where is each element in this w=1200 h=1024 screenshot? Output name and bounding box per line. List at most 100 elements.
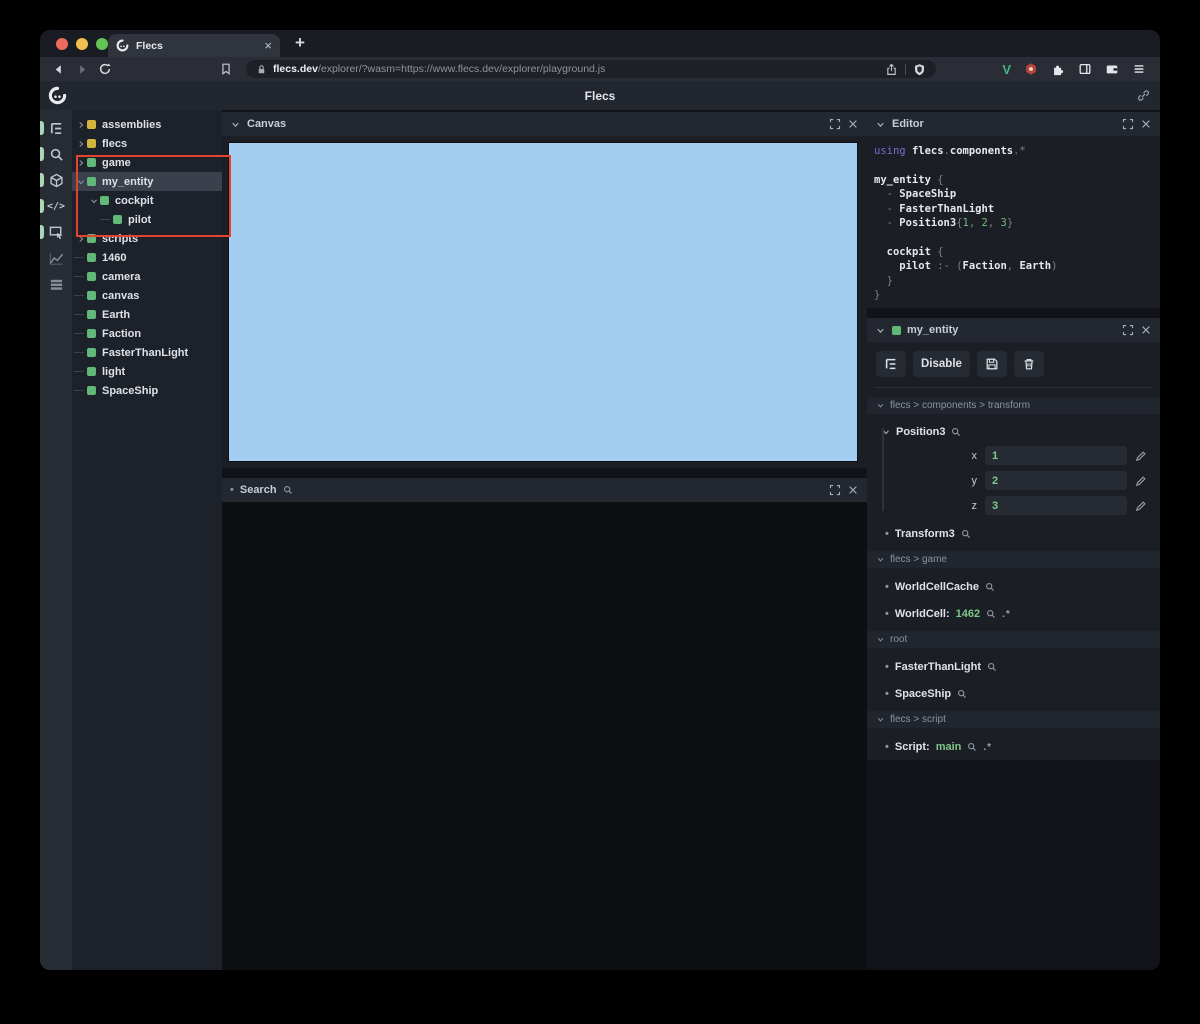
- canvas-panel: Canvas: [222, 112, 867, 468]
- traffic-lights: [56, 38, 108, 50]
- bullet-icon: •: [885, 661, 889, 673]
- sidebar-item-cube[interactable]: [40, 167, 72, 193]
- zoom-window-button[interactable]: [96, 38, 108, 50]
- vue-devtools-icon[interactable]: V: [1002, 62, 1011, 77]
- edit-pencil-icon[interactable]: [1135, 500, 1147, 512]
- disable-button[interactable]: Disable: [913, 351, 970, 377]
- close-icon[interactable]: [1140, 118, 1152, 130]
- adblock-hexagon-icon[interactable]: [1024, 62, 1038, 76]
- chevron-down-icon[interactable]: [875, 325, 886, 336]
- sidebar-item-tree[interactable]: [40, 115, 72, 141]
- code-token: components: [949, 145, 1014, 157]
- sidebar-item-chart[interactable]: [40, 245, 72, 271]
- inspector-item-WorldCellCache[interactable]: • WorldCellCache: [867, 579, 1160, 595]
- screenshot-root: Flecs × + flecs.dev/explorer/?wasm=https…: [0, 0, 1200, 1024]
- code-editor[interactable]: using flecs.components.* my_entity { - S…: [867, 136, 1160, 302]
- inspector-item-Transform3[interactable]: • Transform3: [867, 526, 1160, 542]
- code-token: cockpit: [886, 245, 931, 258]
- tree-item-Faction[interactable]: Faction: [72, 324, 222, 343]
- code-line: - FasterThanLight: [874, 202, 1160, 216]
- tree-item-1460[interactable]: 1460: [72, 248, 222, 267]
- close-icon[interactable]: [1140, 324, 1152, 336]
- field-input-z[interactable]: 3: [985, 496, 1127, 515]
- component-Position3[interactable]: Position3: [867, 424, 1160, 440]
- tree-item-canvas[interactable]: canvas: [72, 286, 222, 305]
- sidebar-item-search[interactable]: [40, 141, 72, 167]
- edit-pencil-icon[interactable]: [1135, 450, 1147, 462]
- tree-item-camera[interactable]: camera: [72, 267, 222, 286]
- code-token: {: [930, 245, 944, 258]
- minimize-window-button[interactable]: [76, 38, 88, 50]
- inspector-item-FasterThanLight[interactable]: • FasterThanLight: [867, 659, 1160, 675]
- tree-item-flecs[interactable]: flecs: [72, 134, 222, 153]
- close-window-button[interactable]: [56, 38, 68, 50]
- render-canvas[interactable]: [228, 142, 858, 462]
- sidebar-toggle-icon[interactable]: [1078, 62, 1092, 76]
- tree-guide-dash: [74, 352, 84, 353]
- code-icon: </>: [46, 200, 66, 212]
- tree-guide-dash: [74, 390, 84, 391]
- forward-icon[interactable]: [72, 59, 92, 79]
- active-pill: [40, 199, 44, 213]
- code-token: FasterThanLight: [899, 202, 995, 215]
- new-tab-button[interactable]: +: [295, 33, 305, 53]
- reload-icon[interactable]: [95, 59, 115, 79]
- wallet-icon[interactable]: [1105, 62, 1119, 76]
- save-button[interactable]: [976, 351, 1007, 377]
- chevron-down-icon[interactable]: [230, 119, 241, 130]
- tree-item-Earth[interactable]: Earth: [72, 305, 222, 324]
- back-icon[interactable]: [48, 59, 68, 79]
- browser-tab[interactable]: Flecs ×: [108, 34, 280, 57]
- canvas-panel-title: Canvas: [247, 118, 287, 130]
- extensions-puzzle-icon[interactable]: [1051, 62, 1065, 76]
- close-icon[interactable]: [847, 484, 859, 496]
- flecs-logo-icon[interactable]: [48, 86, 67, 105]
- section-header-flecs-game[interactable]: flecs > game: [867, 551, 1160, 568]
- section-header-root[interactable]: root: [867, 631, 1160, 648]
- inspector-item-Script[interactable]: • Script: main .*: [867, 739, 1160, 755]
- entity-square-icon: [87, 329, 96, 338]
- tree-item-assemblies[interactable]: assemblies: [72, 115, 222, 134]
- sidebar-item-code[interactable]: </>: [40, 193, 72, 219]
- section-header-flecs-script[interactable]: flecs > script: [867, 711, 1160, 728]
- tab-close-icon[interactable]: ×: [264, 39, 272, 52]
- save-icon: [985, 357, 999, 371]
- bullet-icon: •: [885, 741, 889, 753]
- fullscreen-icon[interactable]: [1122, 324, 1134, 336]
- link-icon[interactable]: [1137, 89, 1150, 102]
- tree-item-label: assemblies: [102, 118, 162, 131]
- divider: [905, 63, 906, 75]
- sidebar-item-rows[interactable]: [40, 271, 72, 297]
- url-bar[interactable]: flecs.dev/explorer/?wasm=https://www.fle…: [246, 60, 936, 78]
- item-label: SpaceShip: [894, 688, 952, 700]
- edit-pencil-icon[interactable]: [1135, 475, 1147, 487]
- fullscreen-icon[interactable]: [829, 118, 841, 130]
- chevron-right-icon[interactable]: [74, 139, 87, 149]
- section-header-label: flecs > script: [890, 714, 946, 725]
- close-icon[interactable]: [847, 118, 859, 130]
- tree-item-SpaceShip[interactable]: SpaceShip: [72, 381, 222, 400]
- tree-item-FasterThanLight[interactable]: FasterThanLight: [72, 343, 222, 362]
- chevron-down-icon[interactable]: [875, 119, 886, 130]
- entity-square-icon: [87, 310, 96, 319]
- sidebar-item-canvas[interactable]: [40, 219, 72, 245]
- fullscreen-icon[interactable]: [1122, 118, 1134, 130]
- bullet-icon: •: [230, 484, 234, 496]
- bookmark-icon[interactable]: [216, 59, 236, 79]
- menu-icon[interactable]: [1132, 62, 1146, 76]
- fullscreen-icon[interactable]: [829, 484, 841, 496]
- share-icon[interactable]: [885, 63, 898, 76]
- code-token: .*: [1013, 145, 1026, 157]
- inspector-item-WorldCell[interactable]: • WorldCell: 1462 .*: [867, 606, 1160, 622]
- chevron-right-icon[interactable]: [74, 120, 87, 130]
- field-input-y[interactable]: 2: [985, 471, 1127, 490]
- field-input-x[interactable]: 1: [985, 446, 1127, 465]
- tree-icon: [49, 121, 64, 136]
- brave-shield-icon[interactable]: [913, 63, 926, 76]
- tree-button[interactable]: [876, 351, 906, 377]
- trash-button[interactable]: [1013, 351, 1044, 377]
- section-header-flecs-components-transform[interactable]: flecs > components > transform: [867, 397, 1160, 414]
- tree-item-label: light: [102, 365, 126, 378]
- tree-item-light[interactable]: light: [72, 362, 222, 381]
- inspector-item-SpaceShip[interactable]: • SpaceShip: [867, 686, 1160, 702]
